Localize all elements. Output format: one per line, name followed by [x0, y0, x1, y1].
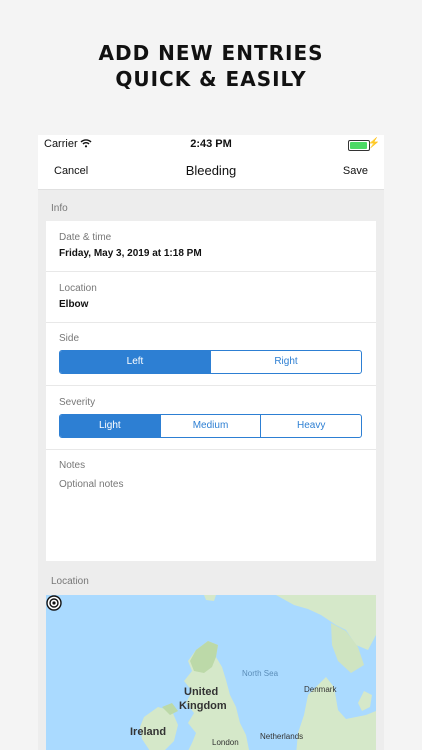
charging-icon: ⚡ — [367, 138, 380, 149]
info-card: Date & time Friday, May 3, 2019 at 1:18 … — [46, 221, 376, 561]
map-label-denmark: Denmark — [304, 685, 337, 694]
severity-segmented-control: Light Medium Heavy — [59, 414, 362, 438]
severity-heavy-option[interactable]: Heavy — [260, 415, 361, 437]
section-header-location: Location — [51, 576, 89, 587]
nav-title: Bleeding — [185, 163, 237, 178]
map-label-kingdom: Kingdom — [179, 700, 227, 712]
status-bar: Carrier 2:43 PM ⚡ — [38, 135, 384, 153]
side-row: Side Left Right — [46, 323, 376, 386]
side-left-option[interactable]: Left — [60, 351, 210, 373]
severity-row: Severity Light Medium Heavy — [46, 386, 376, 450]
map-label-netherlands: Netherlands — [260, 732, 304, 741]
save-button[interactable]: Save — [343, 165, 368, 177]
location-row[interactable]: Location Elbow — [46, 272, 376, 323]
date-time-row[interactable]: Date & time Friday, May 3, 2019 at 1:18 … — [46, 221, 376, 272]
date-time-value: Friday, May 3, 2019 at 1:18 PM — [59, 248, 202, 259]
severity-label: Severity — [59, 397, 96, 408]
notes-input[interactable]: Optional notes — [59, 479, 124, 490]
promo-headline: ADD NEW ENTRIES QUICK & EASILY — [0, 40, 422, 92]
severity-light-option[interactable]: Light — [60, 415, 160, 437]
location-map[interactable]: North Sea Denmark United Kingdom Ireland… — [46, 595, 376, 750]
locate-me-icon[interactable] — [46, 595, 62, 611]
status-time: 2:43 PM — [190, 138, 232, 150]
side-right-option[interactable]: Right — [210, 351, 361, 373]
location-label: Location — [59, 283, 97, 294]
map-label-united: United — [184, 686, 219, 698]
notes-label: Notes — [59, 460, 86, 471]
map-land-shapes — [140, 595, 376, 750]
severity-medium-option[interactable]: Medium — [159, 415, 261, 437]
side-segmented-control: Left Right — [59, 350, 362, 374]
phone-screen: Carrier 2:43 PM ⚡ Cancel Bleeding Save I… — [38, 135, 384, 750]
nav-bar: Cancel Bleeding Save — [38, 153, 384, 190]
map-label-north-sea: North Sea — [242, 669, 279, 678]
map-label-ireland: Ireland — [130, 726, 167, 738]
location-value: Elbow — [59, 299, 89, 310]
notes-row[interactable]: Notes Optional notes — [46, 450, 376, 560]
date-time-label: Date & time — [59, 232, 112, 243]
side-label: Side — [59, 333, 80, 344]
promo-line-1: ADD NEW ENTRIES — [98, 41, 324, 65]
promo-line-2: QUICK & EASILY — [115, 67, 307, 91]
section-header-info: Info — [51, 203, 68, 214]
map-label-london: London — [212, 738, 239, 747]
